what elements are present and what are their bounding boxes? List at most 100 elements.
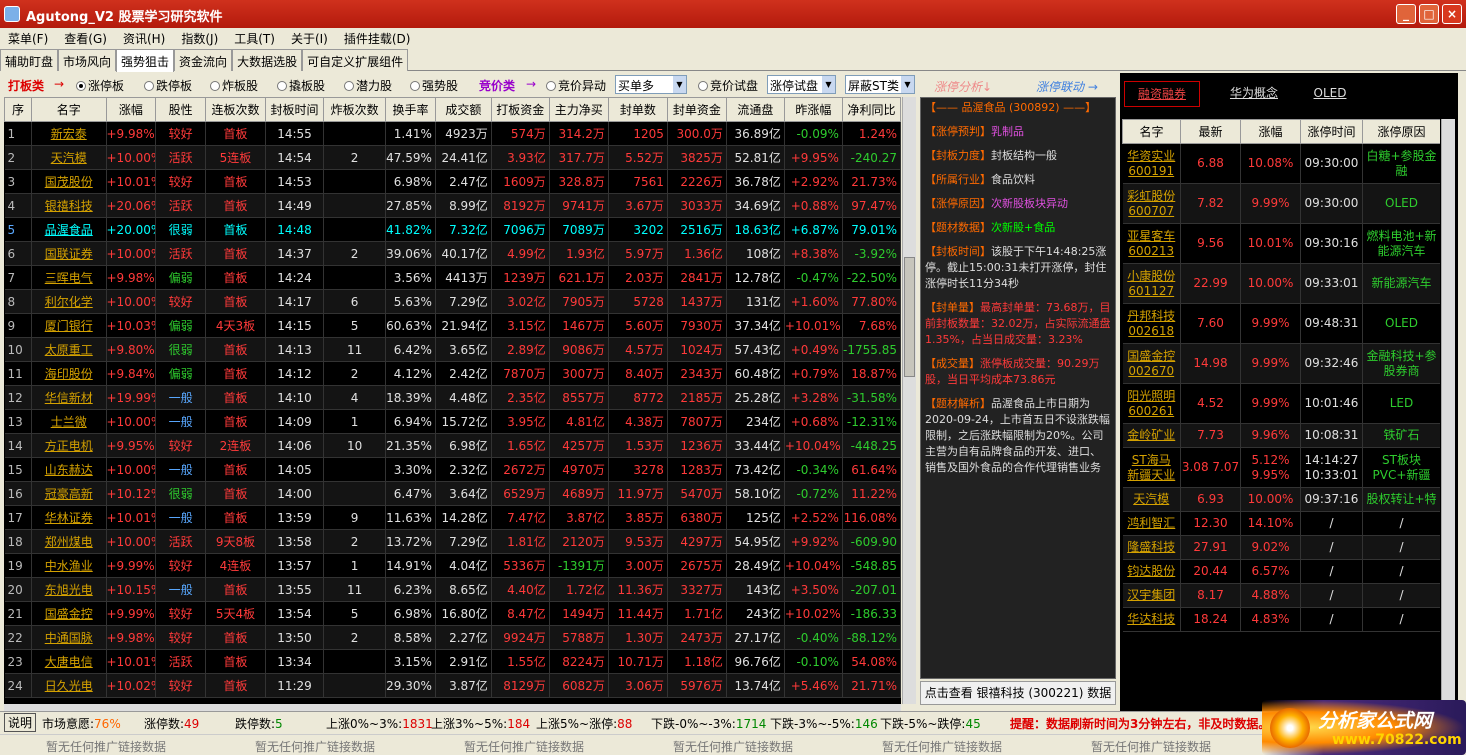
column-header[interactable]: 昨涨幅	[783, 97, 843, 122]
tab-margin-trading[interactable]: 融资融券	[1124, 81, 1200, 107]
stock-name[interactable]: 士兰微	[31, 409, 107, 434]
column-header[interactable]: 打板资金	[490, 97, 550, 122]
radio-pry-board[interactable]: 撬板股	[277, 77, 325, 94]
radio-auction-test[interactable]: 竞价试盘	[698, 77, 758, 94]
stock-name[interactable]: 国盛金控 002670	[1122, 343, 1181, 384]
linkage-scrollbar[interactable]	[1441, 119, 1455, 711]
menu-item-tools[interactable]: 工具(T)	[226, 28, 283, 49]
column-header[interactable]: 流通盘	[725, 97, 785, 122]
stock-name[interactable]: 品渥食品	[31, 217, 107, 242]
tab-huawei[interactable]: 华为概念	[1216, 81, 1292, 107]
tab-assist[interactable]: 辅助盯盘	[0, 49, 59, 71]
stock-name[interactable]: 国联证券	[31, 241, 107, 266]
table-row[interactable]: 华达科技 18.24 4.83% / /	[1122, 607, 1440, 632]
ad-link[interactable]: 暂无任何推广链接数据	[46, 738, 166, 755]
radio-strong[interactable]: 强势股	[410, 77, 458, 94]
ad-link[interactable]: 暂无任何推广链接数据	[673, 738, 793, 755]
column-header[interactable]: 股性	[155, 97, 206, 122]
tab-strong-snipe[interactable]: 强势狙击	[116, 49, 175, 72]
table-row[interactable]: 金岭矿业 7.73 9.96% 10:08:31 铁矿石	[1122, 423, 1440, 448]
limit-analysis-label[interactable]: 涨停分析↓	[934, 78, 992, 95]
column-header[interactable]: 最新	[1180, 119, 1241, 144]
table-row[interactable]: 23大唐电信+10.01%活跃首板13:34 3.15%2.91亿1.55亿822…	[4, 649, 901, 674]
stock-name[interactable]: 国茂股份	[31, 169, 107, 194]
table-row[interactable]: 11 海印股份 +9.84% 偏弱 首板 14:12 2 4.12% 2.42亿 7870万 300…	[4, 361, 901, 386]
table-row[interactable]: 4银禧科技+20.06%活跃首板14:49 27.85%8.99亿8192万974…	[4, 193, 901, 218]
column-header[interactable]: 炸板次数	[323, 97, 387, 122]
stock-name[interactable]: 小康股份 601127	[1122, 263, 1181, 304]
ad-link[interactable]: 暂无任何推广链接数据	[255, 738, 375, 755]
stock-name[interactable]: 冠豪高新	[31, 481, 107, 506]
table-row[interactable]: 8利尔化学+10.00%较好首板14:1765.63%7.29亿3.02亿790…	[4, 289, 901, 314]
table-row[interactable]: 22 中通国脉 +9.98% 较好 首板 13:50 2 8.58% 2.27亿 9924万 578…	[4, 625, 901, 650]
stock-name[interactable]: 钧达股份	[1122, 559, 1181, 584]
column-header[interactable]: 封板时间	[265, 97, 325, 122]
table-row[interactable]: 24日久光电+10.02%较好首板11:29 29.30%3.87亿8129万60…	[4, 673, 901, 698]
scroll-thumb[interactable]	[904, 257, 915, 377]
menu-item-view[interactable]: 查看(G)	[56, 28, 115, 49]
stock-name[interactable]: 厦门银行	[31, 313, 107, 338]
column-header[interactable]: 成交额	[434, 97, 492, 122]
stock-name[interactable]: 三晖电气	[31, 265, 107, 290]
table-row[interactable]: 20东旭光电+10.15%一般首板13:55116.23%8.65亿4.40亿1…	[4, 577, 901, 602]
stock-name[interactable]: 新宏泰	[31, 121, 107, 146]
ad-link[interactable]: 暂无任何推广链接数据	[882, 738, 1002, 755]
stock-name[interactable]: 华林证券	[31, 505, 107, 530]
table-row[interactable]: 国盛金控 002670 14.98 9.99% 09:32:46 金融科技+参股券商	[1122, 343, 1440, 384]
stock-name[interactable]: 海印股份	[31, 361, 107, 386]
radio-limit-down[interactable]: 跌停板	[144, 77, 192, 94]
table-row[interactable]: 隆盛科技 27.91 9.02% / /	[1122, 535, 1440, 560]
table-row[interactable]: 钧达股份 20.44 6.57% / /	[1122, 559, 1440, 584]
stock-name[interactable]: 银禧科技	[31, 193, 107, 218]
stock-name[interactable]: 丹邦科技 002618	[1122, 303, 1181, 344]
stock-name[interactable]: 东旭光电	[31, 577, 107, 602]
radio-broken-board[interactable]: 炸板股	[210, 77, 258, 94]
column-header[interactable]: 连板次数	[204, 97, 267, 122]
stock-name[interactable]: 亚星客车 600213	[1122, 223, 1181, 264]
column-header[interactable]: 涨幅	[1240, 119, 1301, 144]
stock-name[interactable]: 阳光照明 600261	[1122, 383, 1181, 424]
column-header[interactable]: 名字	[30, 97, 107, 122]
table-row[interactable]: 汉宇集团 8.17 4.88% / /	[1122, 583, 1440, 608]
stock-name[interactable]: 鸿利智汇	[1122, 511, 1181, 536]
column-header[interactable]: 换手率	[385, 97, 436, 122]
table-row[interactable]: 亚星客车 600213 9.56 10.01% 09:30:16 燃料电池+新能源汽车	[1122, 223, 1440, 264]
tab-oled[interactable]: OLED	[1292, 81, 1368, 107]
stock-name[interactable]: 华资实业 600191	[1122, 143, 1181, 184]
mask-st-select[interactable]: 屏蔽ST类 ▼	[845, 75, 915, 94]
table-row[interactable]: 21 国盛金控 +9.99% 较好 5天4板 13:54 5 6.98% 16.80亿 8.47亿…	[4, 601, 901, 626]
stock-name[interactable]: 汉宇集团	[1122, 583, 1181, 608]
menu-item-menu[interactable]: 菜单(F)	[0, 28, 56, 49]
ad-link[interactable]: 暂无任何推广链接数据	[1091, 738, 1211, 755]
stock-name[interactable]: 天汽模	[1122, 487, 1181, 512]
menu-item-plugins[interactable]: 插件挂载(D)	[336, 28, 419, 49]
stock-name[interactable]: 利尔化学	[31, 289, 107, 314]
ad-link[interactable]: 暂无任何推广链接数据	[464, 738, 584, 755]
table-row[interactable]: 7 三晖电气 +9.98% 偏弱 首板 14:24 3.56% 4413万 1239万 621.1…	[4, 265, 901, 290]
radio-limit-up[interactable]: 涨停板	[76, 77, 124, 94]
column-header[interactable]: 封单资金	[666, 97, 727, 122]
table-row[interactable]: 18郑州煤电+10.00%活跃9天8板13:58213.72%7.29亿1.81…	[4, 529, 901, 554]
table-hscrollbar[interactable]	[4, 704, 901, 711]
radio-auction-move[interactable]: 竞价异动	[546, 77, 606, 94]
table-row[interactable]: 华资实业 600191 6.88 10.08% 09:30:00 白糖+参股金融	[1122, 143, 1440, 184]
stock-name[interactable]: 国盛金控	[31, 601, 107, 626]
column-header[interactable]: 名字	[1122, 119, 1181, 144]
table-row[interactable]: 天汽模 6.93 10.00% 09:37:16 股权转让+特	[1122, 487, 1440, 512]
column-header[interactable]: 涨停原因	[1362, 119, 1440, 144]
table-row[interactable]: 17华林证券+10.01%一般首板13:59911.63%14.28亿7.47亿…	[4, 505, 901, 530]
stock-name[interactable]: 天汽模	[31, 145, 107, 170]
stock-name[interactable]: 方正电机	[31, 433, 107, 458]
maximize-button[interactable]: □	[1419, 4, 1439, 24]
column-header[interactable]: 涨停时间	[1300, 119, 1363, 144]
table-row[interactable]: 6国联证券+10.00%活跃首板14:37239.06%40.17亿4.99亿1…	[4, 241, 901, 266]
buy-order-select[interactable]: 买单多 ▼	[615, 75, 687, 94]
help-button[interactable]: 说明	[4, 713, 37, 732]
view-stock-button[interactable]: 点击查看 银禧科技 (300221) 数据	[920, 681, 1116, 705]
menu-item-about[interactable]: 关于(I)	[283, 28, 336, 49]
stock-name[interactable]: ST海马 新疆天业	[1122, 447, 1181, 488]
tab-custom[interactable]: 可自定义扩展组件	[302, 49, 409, 71]
close-button[interactable]: ×	[1442, 4, 1462, 24]
column-header[interactable]: 净利同比	[841, 97, 901, 122]
stock-name[interactable]: 中水渔业	[31, 553, 107, 578]
